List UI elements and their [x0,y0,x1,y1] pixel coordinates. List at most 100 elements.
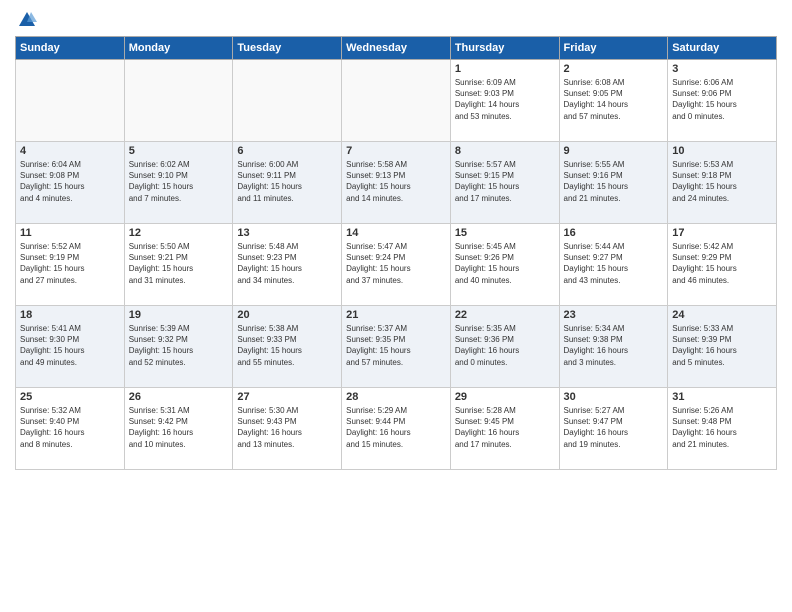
day-number: 26 [129,391,229,403]
logo-icon [17,10,37,30]
day-cell [233,60,342,142]
day-cell: 19Sunrise: 5:39 AM Sunset: 9:32 PM Dayli… [124,306,233,388]
day-info: Sunrise: 5:27 AM Sunset: 9:47 PM Dayligh… [564,405,664,450]
day-cell: 25 Sunrise: 5:32 AM Sunset: 9:40 PM Dayli… [16,388,125,470]
day-number: 3 [672,63,772,75]
col-header-thursday: Thursday [450,37,559,60]
day-cell: 9 Sunrise: 5:55 AM Sunset: 9:16 PM Daylig… [559,142,668,224]
col-header-tuesday: Tuesday [233,37,342,60]
day-number: 7 [346,145,446,157]
day-info: Sunrise: 5:42 AM Sunset: 9:29 PM Dayligh… [672,241,772,286]
day-cell: 11 Sunrise: 5:52 AM Sunset: 9:19 PM Dayli… [16,224,125,306]
day-info: Sunrise: 6:02 AM Sunset: 9:10 PM Dayligh… [129,159,229,204]
day-cell: 16 Sunrise: 5:44 AM Sunset: 9:27 PM Dayli… [559,224,668,306]
day-cell: 14Sunrise: 5:47 AM Sunset: 9:24 PM Dayli… [342,224,451,306]
day-number: 24 [672,309,772,321]
week-row-3: 11 Sunrise: 5:52 AM Sunset: 9:19 PM Dayli… [16,224,777,306]
day-cell: 3 Sunrise: 6:06 AM Sunset: 9:06 PM Daylig… [668,60,777,142]
day-info: Sunrise: 5:41 AM Sunset: 9:30 PM Dayligh… [20,323,120,368]
day-info: Sunrise: 6:06 AM Sunset: 9:06 PM Dayligh… [672,77,772,122]
day-number: 10 [672,145,772,157]
day-number: 13 [237,227,337,239]
day-number: 18 [20,309,120,321]
day-number: 16 [564,227,664,239]
header-row: SundayMondayTuesdayWednesdayThursdayFrid… [16,37,777,60]
day-number: 17 [672,227,772,239]
day-number: 4 [20,145,120,157]
day-cell: 15Sunrise: 5:45 AM Sunset: 9:26 PM Dayli… [450,224,559,306]
day-cell: 1 Sunrise: 6:09 AM Sunset: 9:03 PM Daylig… [450,60,559,142]
day-cell: 21 Sunrise: 5:37 AM Sunset: 9:35 PM Dayli… [342,306,451,388]
day-number: 5 [129,145,229,157]
day-info: Sunrise: 5:50 AM Sunset: 9:21 PM Dayligh… [129,241,229,286]
day-number: 6 [237,145,337,157]
day-cell: 2 Sunrise: 6:08 AM Sunset: 9:05 PM Daylig… [559,60,668,142]
week-row-5: 25 Sunrise: 5:32 AM Sunset: 9:40 PM Dayli… [16,388,777,470]
day-cell: 24 Sunrise: 5:33 AM Sunset: 9:39 PM Dayli… [668,306,777,388]
day-info: Sunrise: 5:53 AM Sunset: 9:18 PM Dayligh… [672,159,772,204]
day-number: 15 [455,227,555,239]
logo [15,10,37,30]
day-cell: 23 Sunrise: 5:34 AM Sunset: 9:38 PM Dayli… [559,306,668,388]
day-info: Sunrise: 5:38 AM Sunset: 9:33 PM Dayligh… [237,323,337,368]
day-info: Sunrise: 5:32 AM Sunset: 9:40 PM Dayligh… [20,405,120,450]
day-info: Sunrise: 5:35 AM Sunset: 9:36 PM Dayligh… [455,323,555,368]
day-info: Sunrise: 5:31 AM Sunset: 9:42 PM Dayligh… [129,405,229,450]
day-cell: 6 Sunrise: 6:00 AM Sunset: 9:11 PM Daylig… [233,142,342,224]
day-cell [16,60,125,142]
day-info: Sunrise: 6:00 AM Sunset: 9:11 PM Dayligh… [237,159,337,204]
day-cell: 13 Sunrise: 5:48 AM Sunset: 9:23 PM Dayli… [233,224,342,306]
day-number: 25 [20,391,120,403]
day-cell: 10 Sunrise: 5:53 AM Sunset: 9:18 PM Dayli… [668,142,777,224]
day-cell: 5 Sunrise: 6:02 AM Sunset: 9:10 PM Daylig… [124,142,233,224]
day-number: 9 [564,145,664,157]
day-number: 20 [237,309,337,321]
day-info: Sunrise: 5:55 AM Sunset: 9:16 PM Dayligh… [564,159,664,204]
day-info: Sunrise: 5:52 AM Sunset: 9:19 PM Dayligh… [20,241,120,286]
col-header-saturday: Saturday [668,37,777,60]
day-number: 21 [346,309,446,321]
day-number: 23 [564,309,664,321]
day-info: Sunrise: 5:44 AM Sunset: 9:27 PM Dayligh… [564,241,664,286]
day-info: Sunrise: 6:04 AM Sunset: 9:08 PM Dayligh… [20,159,120,204]
day-cell: 4 Sunrise: 6:04 AM Sunset: 9:08 PM Daylig… [16,142,125,224]
day-cell: 7 Sunrise: 5:58 AM Sunset: 9:13 PM Daylig… [342,142,451,224]
day-cell: 31 Sunrise: 5:26 AM Sunset: 9:48 PM Dayli… [668,388,777,470]
day-number: 31 [672,391,772,403]
day-cell: 20 Sunrise: 5:38 AM Sunset: 9:33 PM Dayli… [233,306,342,388]
day-info: Sunrise: 6:09 AM Sunset: 9:03 PM Dayligh… [455,77,555,122]
day-number: 30 [564,391,664,403]
day-info: Sunrise: 5:37 AM Sunset: 9:35 PM Dayligh… [346,323,446,368]
header [15,10,777,30]
day-cell: 17 Sunrise: 5:42 AM Sunset: 9:29 PM Dayli… [668,224,777,306]
day-info: Sunrise: 5:33 AM Sunset: 9:39 PM Dayligh… [672,323,772,368]
day-number: 11 [20,227,120,239]
day-number: 12 [129,227,229,239]
day-number: 8 [455,145,555,157]
week-row-1: 1 Sunrise: 6:09 AM Sunset: 9:03 PM Daylig… [16,60,777,142]
day-number: 1 [455,63,555,75]
week-row-4: 18 Sunrise: 5:41 AM Sunset: 9:30 PM Dayli… [16,306,777,388]
calendar-table: SundayMondayTuesdayWednesdayThursdayFrid… [15,36,777,470]
day-number: 2 [564,63,664,75]
day-info: Sunrise: 6:08 AM Sunset: 9:05 PM Dayligh… [564,77,664,122]
day-number: 22 [455,309,555,321]
day-info: Sunrise: 5:47 AM Sunset: 9:24 PM Dayligh… [346,241,446,286]
week-row-2: 4 Sunrise: 6:04 AM Sunset: 9:08 PM Daylig… [16,142,777,224]
day-info: Sunrise: 5:30 AM Sunset: 9:43 PM Dayligh… [237,405,337,450]
day-cell: 12 Sunrise: 5:50 AM Sunset: 9:21 PM Dayli… [124,224,233,306]
day-info: Sunrise: 5:34 AM Sunset: 9:38 PM Dayligh… [564,323,664,368]
day-cell [342,60,451,142]
day-cell: 18 Sunrise: 5:41 AM Sunset: 9:30 PM Dayli… [16,306,125,388]
day-info: Sunrise: 5:58 AM Sunset: 9:13 PM Dayligh… [346,159,446,204]
col-header-monday: Monday [124,37,233,60]
day-number: 28 [346,391,446,403]
day-info: Sunrise: 5:39 AM Sunset: 9:32 PM Dayligh… [129,323,229,368]
day-cell: 30 Sunrise: 5:27 AM Sunset: 9:47 PM Dayli… [559,388,668,470]
day-info: Sunrise: 5:48 AM Sunset: 9:23 PM Dayligh… [237,241,337,286]
col-header-wednesday: Wednesday [342,37,451,60]
day-cell: 8 Sunrise: 5:57 AM Sunset: 9:15 PM Daylig… [450,142,559,224]
day-info: Sunrise: 5:26 AM Sunset: 9:48 PM Dayligh… [672,405,772,450]
day-cell: 28Sunrise: 5:29 AM Sunset: 9:44 PM Dayli… [342,388,451,470]
day-info: Sunrise: 5:57 AM Sunset: 9:15 PM Dayligh… [455,159,555,204]
